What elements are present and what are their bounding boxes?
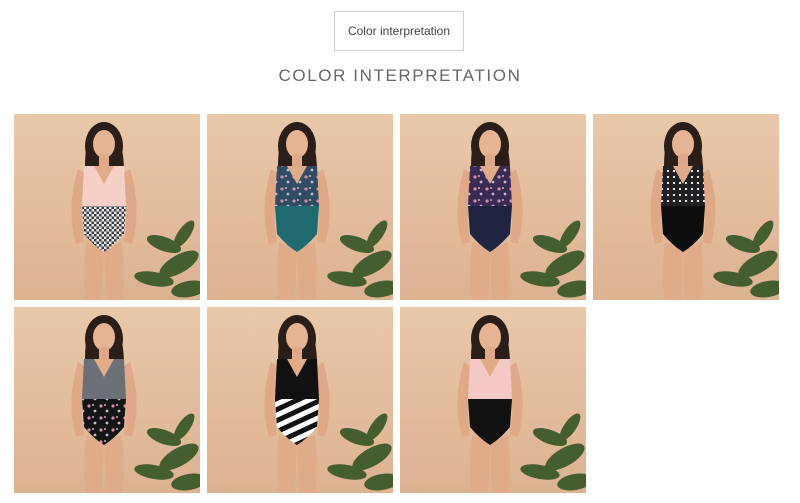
tab-label: Color interpretation (347, 24, 451, 38)
product-photo-gingham-top-floral-black-swimsuit[interactable] (14, 307, 200, 493)
product-photo-floral-top-navy-swimsuit[interactable] (400, 114, 586, 300)
product-photo-black-top-zebra-swimsuit[interactable] (207, 307, 393, 493)
section-title: COLOR INTERPRETATION (278, 66, 522, 85)
product-photo-pink-top-black-swimsuit[interactable] (400, 307, 586, 493)
product-photo-polka-dot-black-swimsuit[interactable] (593, 114, 779, 300)
product-photo-floral-top-teal-swimsuit[interactable] (207, 114, 393, 300)
tab-color-interpretation[interactable]: Color interpretation (334, 11, 464, 51)
product-photo-pink-top-gingham-swimsuit[interactable] (14, 114, 200, 300)
